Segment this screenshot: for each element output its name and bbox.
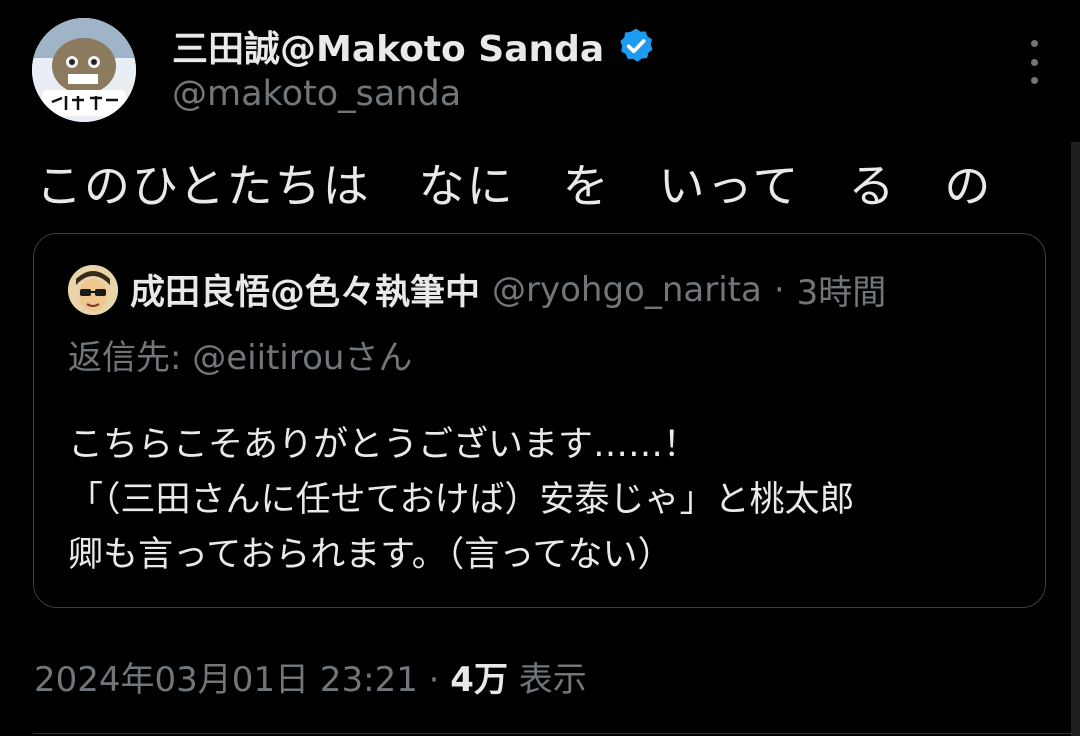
author-handle[interactable]: @makoto_sanda [172, 74, 461, 114]
author-name-row: 三田誠@Makoto Sanda [172, 22, 656, 70]
more-dot [1030, 58, 1038, 66]
author-avatar[interactable] [32, 18, 136, 122]
views-count: 4万 [450, 660, 508, 700]
quoted-text-line: 卿も言っておられます。（言ってない） [68, 535, 673, 575]
quoted-meta-separator: · [773, 269, 785, 310]
author-name[interactable]: 三田誠@Makoto Sanda [172, 20, 604, 72]
views-label: 表示 [518, 660, 587, 700]
more-vertical-icon[interactable] [1022, 40, 1046, 84]
quoted-tweet-header: 成田良悟@色々執筆中 @ryohgo_narita · 3時間 [68, 264, 886, 315]
tweet-meta-row: 2024年03月01日 23:21 · 4万 表示 [34, 652, 587, 701]
tweet: 三田誠@Makoto Sanda @makoto_sanda このひとたちは な… [0, 0, 1080, 736]
quoted-tweet-card[interactable]: 成田良悟@色々執筆中 @ryohgo_narita · 3時間 返信先: @ei… [33, 233, 1046, 608]
scrollbar[interactable] [1071, 142, 1080, 736]
quoted-tweet-text: こちらこそありがとうございます……！ 「（三田さんに任せておけば）安泰じゃ」と桃… [68, 418, 854, 583]
more-dot [1030, 40, 1038, 47]
divider [33, 733, 1073, 734]
verified-badge-icon[interactable] [616, 26, 656, 66]
quoted-author-handle[interactable]: @ryohgo_narita [492, 270, 762, 310]
timestamp[interactable]: 2024年03月01日 23:21 [34, 660, 418, 700]
reply-to: 返信先: @eiitirouさん [68, 338, 413, 378]
meta-separator: · [428, 660, 440, 700]
quoted-author-name[interactable]: 成田良悟@色々執筆中 [130, 264, 480, 315]
quoted-time[interactable]: 3時間 [797, 265, 887, 314]
tweet-text: このひとたちは なに を いって る の [36, 159, 993, 213]
quoted-text-line: こちらこそありがとうございます……！ [68, 425, 699, 465]
more-dot [1030, 77, 1038, 84]
quoted-author-avatar[interactable] [68, 264, 118, 315]
quoted-text-line: 「（三田さんに任せておけば）安泰じゃ」と桃太郎 [68, 480, 855, 520]
